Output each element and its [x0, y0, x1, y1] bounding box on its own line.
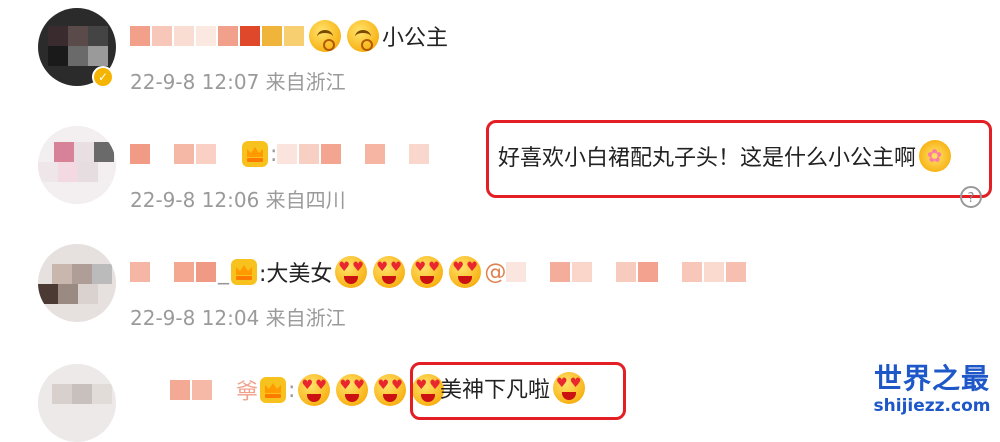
heart-eyes-emoji-icon — [335, 256, 368, 288]
vip-crown-icon — [242, 141, 268, 167]
comment-text: 小公主 — [382, 26, 449, 51]
comment-text: 好喜欢小白裙配丸子头！这是什么小公主啊 — [498, 146, 917, 171]
comment-line: : — [130, 134, 431, 174]
kiss-emoji-icon — [347, 20, 379, 52]
comment-text: 美神下凡啦 — [440, 378, 551, 403]
comment-line: 小公主 — [130, 16, 448, 56]
heart-eyes-emoji-icon — [449, 256, 482, 288]
vip-crown-icon — [231, 259, 257, 285]
heart-eyes-emoji-icon — [553, 372, 586, 404]
comment-meta: 22-9-8 12:04 来自浙江 — [130, 306, 346, 330]
highlighted-comment: 美神下凡啦 — [440, 368, 588, 408]
heart-eyes-emoji-icon — [411, 256, 444, 288]
avatar[interactable] — [38, 126, 116, 204]
blurred-username[interactable] — [130, 26, 150, 46]
more-options-icon[interactable]: ? — [960, 186, 982, 208]
watermark-title: 世界之最 — [873, 362, 990, 395]
heart-eyes-emoji-icon — [374, 374, 407, 406]
comment-meta: 22-9-8 12:06 来自四川 — [130, 188, 346, 212]
blurred-username[interactable] — [130, 144, 150, 164]
comment-text: :大美女 — [259, 262, 333, 287]
comment-meta: 22-9-8 12:07 来自浙江 — [130, 70, 346, 94]
heart-eyes-emoji-icon — [298, 374, 331, 406]
avatar[interactable] — [38, 364, 116, 442]
verified-badge-icon: ✓ — [92, 66, 114, 88]
blurred-username[interactable] — [130, 262, 150, 282]
highlighted-comment: 好喜欢小白裙配丸子头！这是什么小公主啊 — [498, 136, 954, 176]
blurred-username[interactable] — [170, 380, 190, 400]
vip-crown-icon — [260, 377, 287, 403]
flower-emoji-icon — [919, 140, 952, 172]
avatar[interactable] — [38, 244, 116, 322]
heart-eyes-emoji-icon — [336, 374, 369, 406]
comment-line: 㸘 : — [170, 370, 447, 410]
comment-line: _ :大美女 @ — [130, 252, 748, 292]
heart-eyes-emoji-icon — [373, 256, 406, 288]
watermark-url: shijiezz.com — [873, 396, 991, 416]
kiss-emoji-icon — [309, 20, 341, 52]
site-watermark: 世界之最 shijiezz.com — [868, 362, 996, 416]
